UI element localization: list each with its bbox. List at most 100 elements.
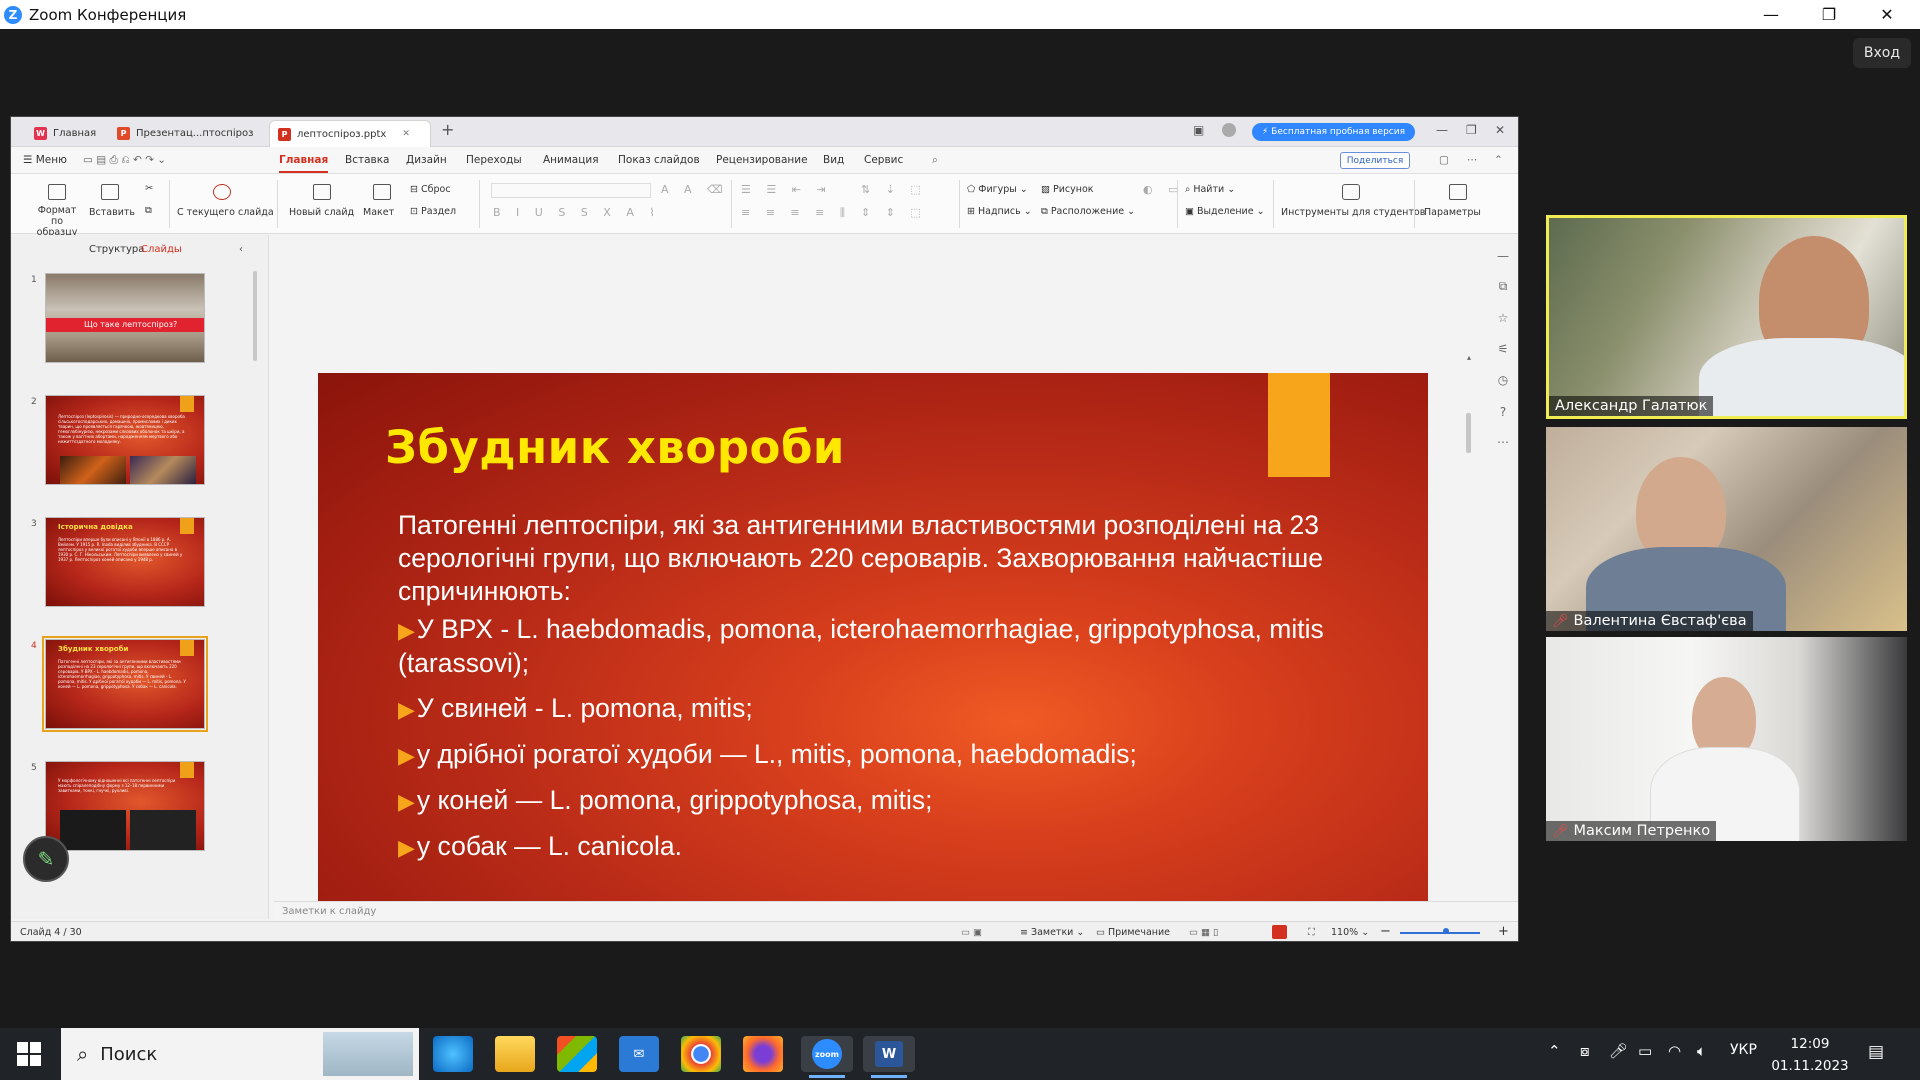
slide-scrollbar[interactable]: ▴ ▾	[1465, 353, 1473, 941]
network-device-icon[interactable]: ⧇	[1580, 1042, 1590, 1060]
taskbar-search[interactable]: ⌕ Поиск	[61, 1028, 419, 1080]
new-slide-button[interactable]: Новый слайд	[289, 207, 354, 218]
more-tools-icon[interactable]: ⋯	[1493, 435, 1513, 453]
wifi-icon[interactable]: ◠	[1668, 1042, 1681, 1060]
doc-tab-active[interactable]: P лептоспіроз.pptx ✕	[269, 120, 431, 147]
panel-scrollbar[interactable]	[253, 271, 257, 361]
restore-button[interactable]: ❐	[1806, 0, 1852, 29]
doc-tab-presentation[interactable]: P Презентац...птоспіроз	[109, 120, 259, 147]
adjust-icon[interactable]: ⚟	[1493, 342, 1513, 360]
menu-tab-transitions[interactable]: Переходы	[466, 154, 522, 166]
quick-access-icons[interactable]: ▭ ▤ ⎙ ⎌ ↶ ↷ ⌄	[83, 154, 166, 167]
text-format-icons[interactable]: B I U S S X A ⌇	[493, 206, 661, 219]
font-family-select[interactable]	[491, 183, 651, 198]
textbox-button[interactable]: ⊞ Надпись ⌄	[967, 206, 1032, 217]
notes-toggle[interactable]: ≡ Заметки ⌄	[1020, 927, 1084, 938]
student-tools-button[interactable]: Инструменты для студентов	[1281, 207, 1425, 218]
word-icon[interactable]: W	[863, 1036, 915, 1078]
slide-title[interactable]: Збудник хвороби	[385, 421, 845, 474]
status-icons[interactable]: ▭ ▣	[961, 927, 982, 938]
slide-thumbnail-2[interactable]: Лептоспіроз (leptospirosis) — природно-о…	[45, 395, 205, 485]
shapes-button[interactable]: ⬠ Фигуры ⌄	[967, 184, 1028, 195]
zoom-slider[interactable]	[1400, 932, 1480, 934]
language-indicator[interactable]: УКР	[1730, 1042, 1757, 1058]
find-button[interactable]: ⌕ Найти ⌄	[1185, 184, 1235, 195]
zoom-out-button[interactable]: −	[1380, 924, 1391, 939]
reset-button[interactable]: ⊟ Сброс	[410, 184, 451, 195]
microphone-icon[interactable]: 🎤︎	[1609, 1042, 1628, 1060]
comment-toggle[interactable]: ▭ Примечание	[1096, 927, 1170, 938]
slide-canvas[interactable]: Збудник хвороби Патогенні лептоспіри, як…	[318, 373, 1428, 941]
menu-tab-design[interactable]: Дизайн	[406, 154, 447, 166]
free-trial-button[interactable]: ⚡ Бесплатная пробная версия	[1252, 123, 1415, 141]
close-tab-icon[interactable]: ✕	[402, 129, 410, 139]
menu-tab-home[interactable]: Главная	[279, 154, 329, 173]
microsoft-store-icon[interactable]	[557, 1036, 597, 1072]
minimize-button[interactable]: —	[1748, 0, 1794, 29]
menu-tab-insert[interactable]: Вставка	[345, 154, 390, 166]
device-icon[interactable]: ▣	[1193, 123, 1204, 137]
params-button[interactable]: Параметры	[1424, 207, 1481, 218]
menu-tab-tools[interactable]: Сервис	[864, 154, 903, 166]
notes-field[interactable]: Заметки к слайду	[274, 901, 1518, 921]
show-hidden-icons[interactable]: ⌃	[1548, 1042, 1561, 1060]
annotate-pen-button[interactable]: ✎	[23, 836, 69, 882]
slide-thumbnail-5[interactable]: У морфологічному відношенні всі патогенн…	[45, 761, 205, 851]
zoom-slider-handle[interactable]	[1443, 928, 1449, 934]
picture-button[interactable]: ▨ Рисунок	[1041, 184, 1094, 195]
copy-icon[interactable]: ⧉	[145, 205, 152, 216]
section-button[interactable]: ⊡ Раздел	[410, 206, 456, 217]
select-button[interactable]: ▣ Выделение ⌄	[1185, 206, 1265, 217]
participant-video-1[interactable]: Александр Галатюк	[1546, 215, 1907, 419]
wps-close-button[interactable]: ✕	[1495, 123, 1505, 137]
slide-thumbnail-1[interactable]: Що таке лептоспіроз?	[45, 273, 205, 363]
fit-icon[interactable]: ⛶	[1308, 927, 1315, 938]
history-icon[interactable]: ◷	[1493, 373, 1513, 391]
comment-icon[interactable]: ▢	[1439, 154, 1449, 166]
tab-slides[interactable]: Слайды	[141, 244, 182, 255]
arrange-button[interactable]: ⧉ Расположение ⌄	[1041, 206, 1135, 217]
participant-video-2[interactable]: 🎤︎ Валентина Євстаф'єва	[1546, 427, 1907, 631]
new-tab-button[interactable]: +	[441, 120, 454, 139]
zoom-level[interactable]: 110% ⌄	[1331, 927, 1369, 938]
from-current-slide-button[interactable]: С текущего слайда	[177, 207, 274, 218]
menu-tab-view[interactable]: Вид	[823, 154, 844, 166]
wps-minimize-button[interactable]: —	[1436, 123, 1448, 137]
menu-tab-animation[interactable]: Анимация	[543, 154, 599, 166]
layout-button[interactable]: Макет	[363, 207, 394, 218]
taskbar-clock[interactable]: 12:09 01.11.2023	[1770, 1033, 1850, 1077]
mail-icon[interactable]: ✉	[619, 1036, 659, 1072]
share-button[interactable]: Поделиться	[1340, 152, 1410, 169]
slide-thumbnail-4[interactable]: Збудник хвороби Патогенні лептоспіри, як…	[42, 636, 208, 732]
collapse-icon[interactable]: —	[1493, 249, 1513, 267]
close-button[interactable]: ✕	[1864, 0, 1910, 29]
main-menu-button[interactable]: ☰ Меню	[23, 154, 67, 166]
collapse-ribbon-icon[interactable]: ⌃	[1494, 154, 1503, 166]
chrome-icon[interactable]	[681, 1036, 721, 1072]
collapse-panel-icon[interactable]: ‹	[239, 244, 243, 255]
file-explorer-icon[interactable]	[495, 1036, 535, 1072]
menu-tab-slideshow[interactable]: Показ слайдов	[618, 154, 700, 166]
participant-video-3[interactable]: 🎤︎ Максим Петренко	[1546, 637, 1907, 841]
search-icon[interactable]: ⌕	[932, 154, 938, 167]
paste-button[interactable]: Вставить	[89, 207, 135, 218]
star-icon[interactable]: ☆	[1493, 311, 1513, 329]
format-painter-button[interactable]: Формат по образцу	[31, 205, 83, 238]
spacing-icons[interactable]: ⇕ ⇕ ⬚	[861, 206, 927, 219]
list-icons[interactable]: ☰ ☰ ⇤ ⇥	[741, 183, 832, 196]
help-icon[interactable]: ?	[1493, 405, 1513, 423]
volume-icon[interactable]: 🔈︎	[1697, 1042, 1706, 1060]
paragraph-icons[interactable]: ⇅ ⇣ ⬚	[861, 183, 927, 196]
tab-outline[interactable]: Структура	[89, 244, 144, 255]
play-slideshow-icon[interactable]	[1272, 925, 1287, 939]
firefox-icon[interactable]	[743, 1036, 783, 1072]
align-icons[interactable]: ≡ ≡ ≡ ≡ ⫼	[741, 206, 851, 220]
battery-icon[interactable]: ▭	[1638, 1042, 1652, 1060]
doc-tab-home[interactable]: W Главная	[26, 120, 102, 147]
avatar[interactable]	[1222, 123, 1236, 137]
zoom-icon[interactable]: zoom	[801, 1036, 853, 1078]
wps-restore-button[interactable]: ❐	[1466, 123, 1477, 137]
slide-thumbnail-3[interactable]: Історична довідка Лептоспіри вперше були…	[45, 517, 205, 607]
cut-icon[interactable]: ✂	[145, 183, 153, 194]
zoom-in-button[interactable]: +	[1498, 924, 1509, 939]
